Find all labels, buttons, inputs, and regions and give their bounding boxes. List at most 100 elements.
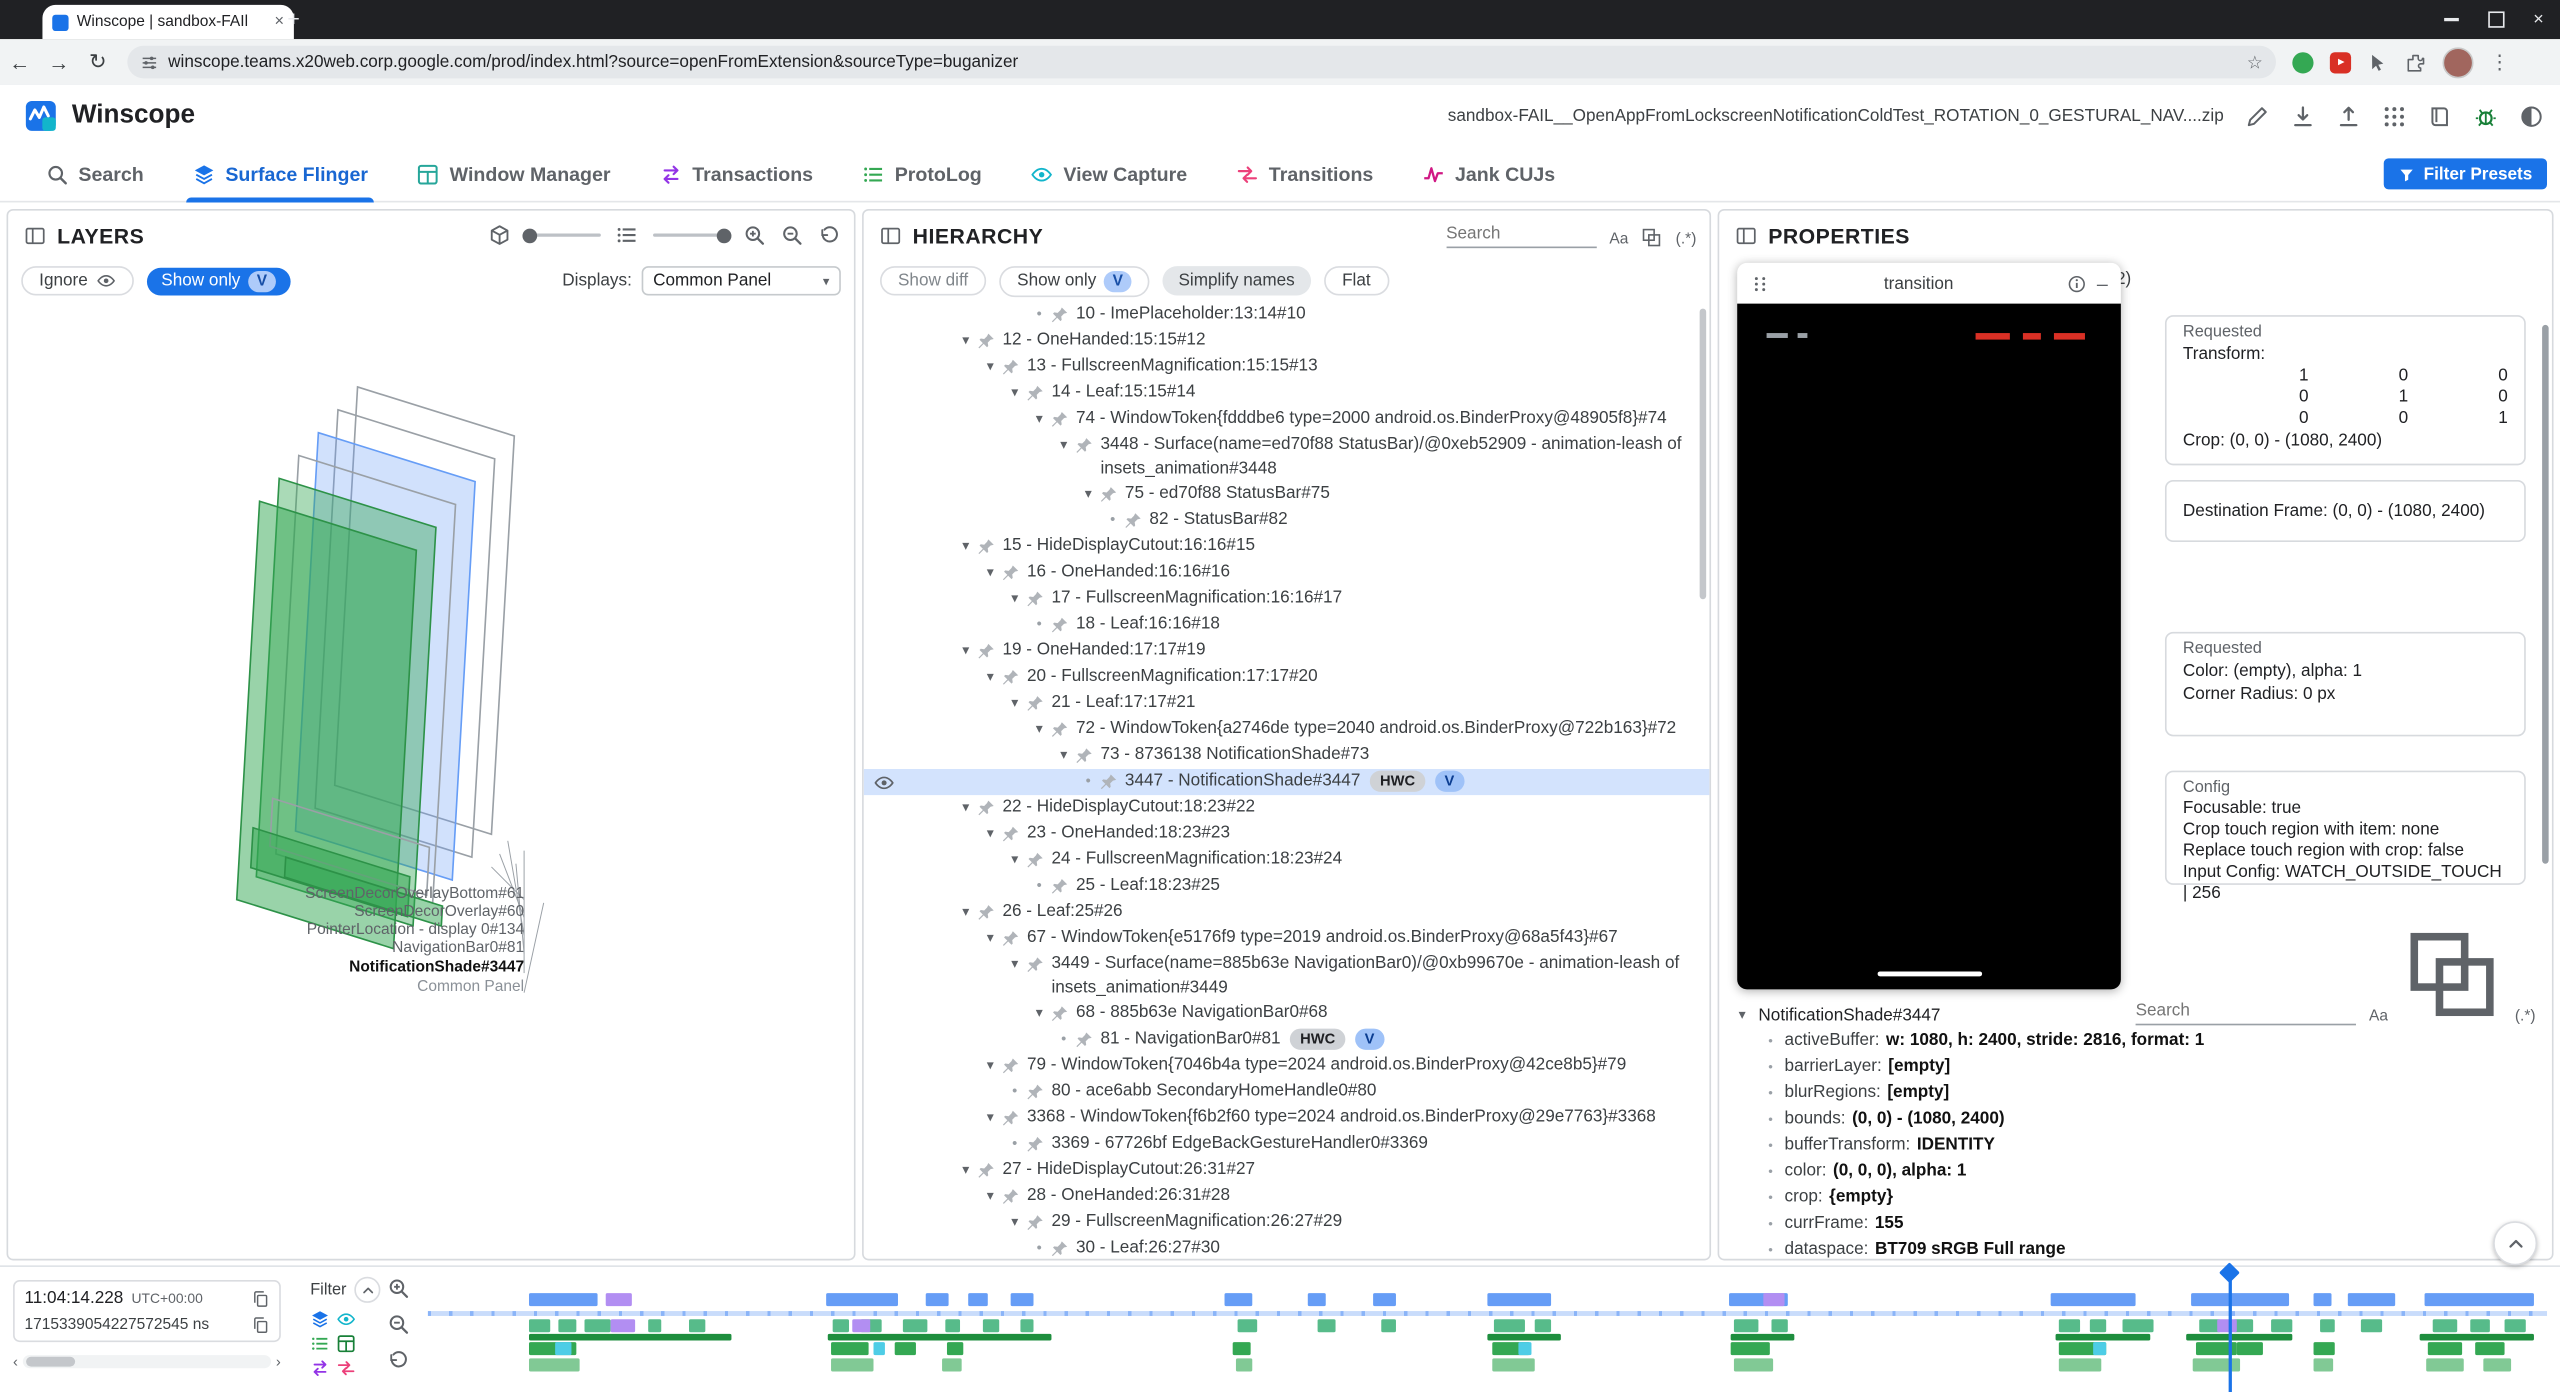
zoom-out-icon[interactable] <box>780 224 803 247</box>
trace-segment[interactable] <box>1318 1319 1335 1332</box>
collapse-arrow-icon[interactable]: ▾ <box>1004 691 1025 715</box>
download-icon[interactable] <box>2291 104 2315 128</box>
trace-segment[interactable] <box>2191 1293 2288 1306</box>
trace-segment[interactable] <box>1733 1319 1758 1332</box>
reset-view-icon[interactable] <box>818 224 841 247</box>
pin-icon[interactable] <box>1050 304 1070 324</box>
filter-presets-button[interactable]: Filter Presets <box>2384 158 2547 189</box>
trace-tab-view-capture[interactable]: View Capture <box>1031 146 1187 202</box>
edit-icon[interactable] <box>2245 104 2269 128</box>
trace-segment[interactable] <box>1237 1319 1256 1332</box>
forward-button[interactable]: → <box>39 50 78 74</box>
back-button[interactable]: ← <box>0 50 39 74</box>
pin-icon[interactable] <box>1025 1082 1045 1102</box>
trace-segment[interactable] <box>1225 1293 1253 1306</box>
collapse-arrow-icon[interactable]: ▾ <box>1004 1210 1025 1234</box>
trace-tab-window-manager[interactable]: Window Manager <box>417 146 611 202</box>
collapse-arrow-icon[interactable]: ▾ <box>980 665 1001 689</box>
dark-mode-toggle-icon[interactable] <box>2519 104 2543 128</box>
docs-icon[interactable] <box>2428 104 2452 128</box>
extension-icon-red[interactable] <box>2330 51 2351 72</box>
hierarchy-node[interactable]: ▾3449 - Surface(name=885b63e NavigationB… <box>864 952 1710 1001</box>
trace-segment[interactable] <box>828 1334 1051 1340</box>
layer-label[interactable]: NavigationBar0#81 <box>8 939 524 957</box>
hierarchy-node[interactable]: •25 - Leaf:18:23#25 <box>864 873 1710 899</box>
collapse-arrow-icon[interactable]: ▾ <box>955 328 976 352</box>
hierarchy-node[interactable]: ▾15 - HideDisplayCutout:16:16#15 <box>864 534 1710 560</box>
trace-segment[interactable] <box>2475 1342 2505 1355</box>
collapse-arrow-icon[interactable]: ▾ <box>980 354 1001 378</box>
trace-segment[interactable] <box>2471 1319 2490 1332</box>
collapse-filter-icon[interactable] <box>355 1277 381 1303</box>
timeline-canvas[interactable] <box>428 1267 2547 1392</box>
trace-segment[interactable] <box>2216 1319 2237 1332</box>
trace-segment[interactable] <box>2505 1319 2526 1332</box>
hierarchy-node[interactable]: •80 - ace6abb SecondaryHomeHandle0#80 <box>864 1079 1710 1105</box>
collapse-arrow-icon[interactable]: ▾ <box>955 900 976 924</box>
trace-segment[interactable] <box>1487 1293 1551 1306</box>
trace-icon-protolog[interactable] <box>310 1334 330 1354</box>
pin-icon[interactable] <box>1025 1212 1045 1232</box>
window-maximize-icon[interactable] <box>2488 11 2504 27</box>
site-info-icon[interactable] <box>140 53 158 71</box>
pin-icon[interactable] <box>1025 383 1045 403</box>
pin-icon[interactable] <box>1050 876 1070 896</box>
pin-icon[interactable] <box>1001 357 1021 377</box>
trace-segment[interactable] <box>2314 1358 2333 1371</box>
pin-icon[interactable] <box>1025 954 1045 974</box>
trace-icon-viewcapture[interactable] <box>336 1309 356 1329</box>
pin-icon[interactable] <box>1025 850 1045 870</box>
pin-icon[interactable] <box>1025 1134 1045 1154</box>
collapse-arrow-icon[interactable]: ▾ <box>1004 586 1025 610</box>
scroll-left-icon[interactable]: ‹ <box>13 1354 18 1370</box>
info-icon[interactable] <box>2068 273 2088 293</box>
trace-segment[interactable] <box>894 1342 915 1355</box>
pin-icon[interactable] <box>1074 1029 1094 1049</box>
hierarchy-node[interactable]: ▾72 - WindowToken{a2746de type=2040 andr… <box>864 717 1710 743</box>
property-row[interactable]: •dataspace:BT709 sRGB Full range <box>1732 1238 2552 1259</box>
timeline-scrollbar[interactable]: ‹ › <box>13 1349 281 1375</box>
property-row[interactable]: •bounds:(0, 0) - (1080, 2400) <box>1732 1107 2552 1133</box>
trace-segment[interactable] <box>2089 1319 2106 1332</box>
extensions-puzzle-icon[interactable] <box>2405 51 2426 72</box>
trace-icon-surfaceflinger[interactable] <box>310 1309 330 1329</box>
pin-icon[interactable] <box>1099 484 1119 504</box>
trace-segment[interactable] <box>943 1358 962 1371</box>
pin-icon[interactable] <box>1050 719 1070 739</box>
hierarchy-node[interactable]: •10 - ImePlaceholder:13:14#10 <box>864 302 1710 328</box>
new-tab-button[interactable]: + <box>287 7 299 31</box>
trace-segment[interactable] <box>2060 1319 2081 1332</box>
hierarchy-node[interactable]: ▾75 - ed70f88 StatusBar#75 <box>864 482 1710 508</box>
pin-icon[interactable] <box>1001 1108 1021 1128</box>
pin-icon[interactable] <box>1074 745 1094 765</box>
hierarchy-node[interactable]: •81 - NavigationBar0#81HWCV <box>864 1027 1710 1053</box>
layer-label[interactable]: ScreenDecorOverlayBottom#61 <box>8 885 524 903</box>
pin-icon[interactable] <box>1050 409 1070 429</box>
pin-icon[interactable] <box>1001 824 1021 844</box>
hierarchy-node[interactable]: ▾74 - WindowToken{fdddbe6 type=2000 andr… <box>864 407 1710 433</box>
layer-label[interactable]: NotificationShade#3447 <box>8 958 524 976</box>
trace-segment[interactable] <box>1381 1319 1396 1332</box>
trace-segment[interactable] <box>529 1293 597 1306</box>
trace-segment[interactable] <box>873 1342 886 1355</box>
collapse-arrow-icon[interactable]: ▾ <box>980 560 1001 584</box>
scroll-right-icon[interactable]: › <box>276 1354 281 1370</box>
trace-segment[interactable] <box>606 1293 631 1306</box>
hierarchy-search-input[interactable] <box>1446 220 1596 248</box>
trace-segment[interactable] <box>1235 1358 1252 1371</box>
trace-tab-transitions[interactable]: Transitions <box>1236 146 1373 202</box>
collapse-arrow-icon[interactable]: ▾ <box>1004 847 1025 871</box>
hierarchy-node[interactable]: ▾21 - Leaf:17:17#21 <box>864 691 1710 717</box>
profile-avatar[interactable] <box>2443 47 2474 78</box>
trace-segment[interactable] <box>2420 1334 2534 1340</box>
collapse-arrow-icon[interactable]: ▾ <box>955 534 976 558</box>
trace-icon-transactions[interactable] <box>310 1358 330 1378</box>
hierarchy-node[interactable]: •30 - Leaf:26:27#30 <box>864 1236 1710 1259</box>
trace-segment[interactable] <box>1011 1293 1034 1306</box>
tab-close-icon[interactable]: × <box>275 13 285 31</box>
property-row[interactable]: •currFrame:155 <box>1732 1211 2552 1237</box>
hierarchy-node[interactable]: ▾13 - FullscreenMagnification:15:15#13 <box>864 354 1710 380</box>
trace-segment[interactable] <box>2361 1319 2382 1332</box>
trace-segment[interactable] <box>2123 1319 2153 1332</box>
match-word-toggle[interactable] <box>1641 227 1662 248</box>
